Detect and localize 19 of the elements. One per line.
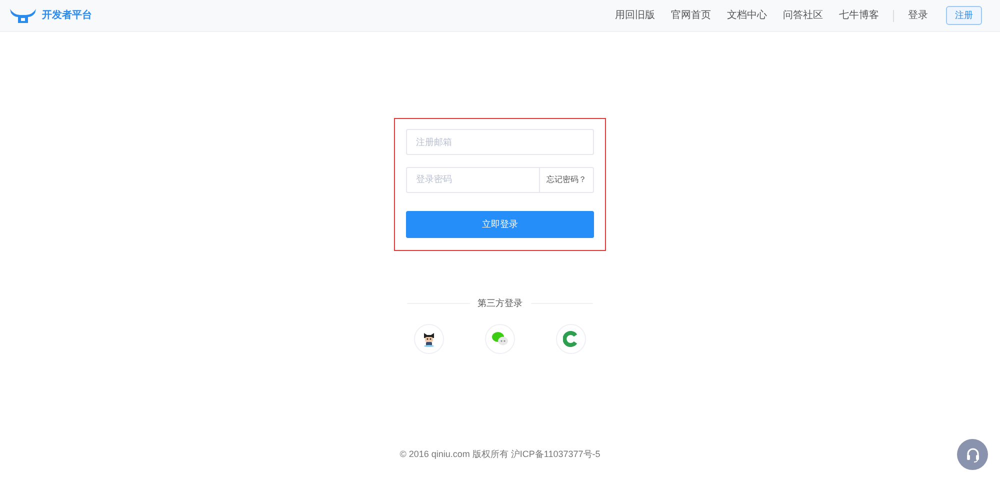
third-party-title: 第三方登录	[476, 297, 524, 310]
logo-text: 开发者平台	[42, 8, 92, 23]
login-link[interactable]: 登录	[908, 8, 928, 23]
email-field[interactable]: 注册邮箱	[406, 129, 594, 155]
third-party-login-button[interactable]	[414, 324, 444, 354]
nav-link[interactable]: 官网首页	[671, 8, 711, 23]
c-logo-icon	[563, 330, 579, 346]
nav-link[interactable]: 用回旧版	[615, 8, 655, 23]
footer-text: © 2016 qiniu.com 版权所有 沪ICP备11037377号-5	[400, 448, 600, 461]
headset-icon	[964, 446, 980, 462]
chat-bubbles-icon	[491, 330, 509, 346]
password-field[interactable]: 登录密码	[406, 167, 540, 193]
forgot-password-link[interactable]: 忘记密码？	[540, 167, 594, 193]
nav-link[interactable]: 文档中心	[727, 8, 767, 23]
nav-link[interactable]: 问答社区	[783, 8, 823, 23]
nav-link[interactable]: 七牛博客	[839, 8, 879, 23]
support-button[interactable]	[957, 439, 988, 470]
logo-icon	[8, 6, 38, 24]
github-cat-icon	[421, 330, 437, 346]
